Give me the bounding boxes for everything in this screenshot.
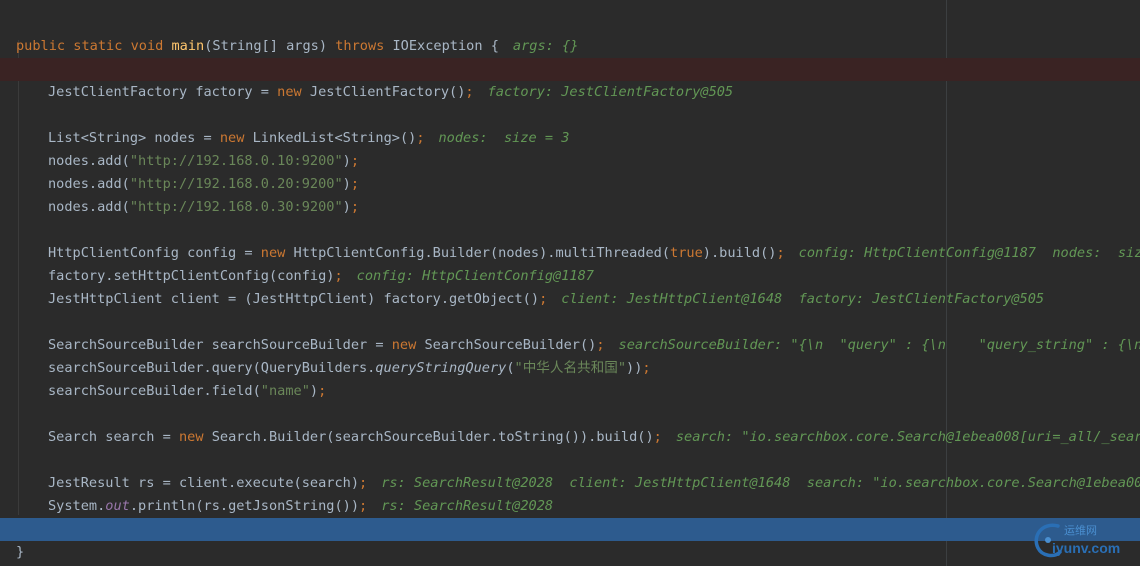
watermark-cn-text: 运维网 <box>1064 524 1097 537</box>
code-line-16-current[interactable]: } <box>0 518 1140 560</box>
code-text[interactable]: JestHttpClient client = (JestHttpClient)… <box>48 288 1044 311</box>
code-line-14[interactable]: JestResult rs = client.execute(search); r… <box>0 449 1140 491</box>
code-line-12[interactable]: searchSourceBuilder.field("name"); <box>0 357 1140 399</box>
debug-hint: client: JestHttpClient@1648 factory: Jes… <box>561 291 1045 307</box>
code-line-7[interactable]: HttpClientConfig config = new HttpClient… <box>0 219 1140 261</box>
code-line-13[interactable]: Search search = new Search.Builder(searc… <box>0 403 1140 445</box>
code-line-3[interactable]: List<String> nodes = new LinkedList<Stri… <box>0 104 1140 146</box>
watermark-logo: 运维网 iyunv.com <box>1028 518 1136 562</box>
code-line-6[interactable]: nodes.add("http://192.168.0.30:9200"); <box>0 173 1140 215</box>
code-text[interactable]: public static void main(String[] args) t… <box>16 35 578 58</box>
code-line-10[interactable]: SearchSourceBuilder searchSourceBuilder … <box>0 311 1140 353</box>
watermark-text: iyunv.com <box>1052 540 1121 556</box>
code-text[interactable]: JestClientFactory factory = new JestClie… <box>48 81 733 104</box>
code-editor[interactable]: public static void main(String[] args) t… <box>0 0 1140 566</box>
debug-hint: args: {} <box>512 38 579 54</box>
code-line-1[interactable]: public static void main(String[] args) t… <box>0 12 1140 54</box>
code-line-2[interactable]: JestClientFactory factory = new JestClie… <box>0 58 1140 100</box>
debug-hint: factory: JestClientFactory@505 <box>487 84 734 100</box>
code-text[interactable]: Search search = new Search.Builder(searc… <box>48 426 1140 449</box>
code-text[interactable]: searchSourceBuilder.field("name"); <box>48 380 326 403</box>
code-text[interactable]: } <box>16 541 24 564</box>
code-text[interactable]: System.out.println(rs.getJsonString()); r… <box>48 495 553 518</box>
debug-hint: rs: SearchResult@2028 <box>381 498 554 514</box>
code-line-8[interactable]: factory.setHttpClientConfig(config); conf… <box>0 242 1140 284</box>
code-line-9[interactable]: JestHttpClient client = (JestHttpClient)… <box>0 265 1140 307</box>
code-line-5[interactable]: nodes.add("http://192.168.0.20:9200"); <box>0 150 1140 192</box>
code-line-11[interactable]: searchSourceBuilder.query(QueryBuilders.… <box>0 334 1140 376</box>
code-line-15[interactable]: System.out.println(rs.getJsonString()); r… <box>0 472 1140 514</box>
code-text[interactable]: nodes.add("http://192.168.0.30:9200"); <box>48 196 359 219</box>
debug-hint: search: "io.searchbox.core.Search@1ebea0… <box>675 429 1140 445</box>
code-line-4[interactable]: nodes.add("http://192.168.0.10:9200"); <box>0 127 1140 169</box>
